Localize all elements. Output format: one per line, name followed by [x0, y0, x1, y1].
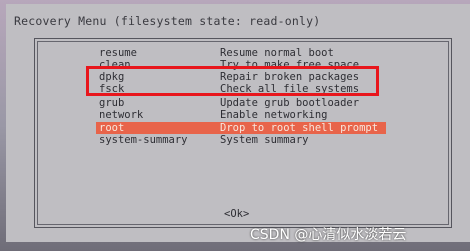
- menu-item-desc: Update grub bootloader: [220, 97, 360, 109]
- menu-item-key: network: [99, 109, 144, 121]
- menu-item-desc: Resume normal boot: [220, 47, 334, 59]
- menu-item-key: system-summary: [99, 134, 188, 146]
- menu-item-desc: Enable networking: [220, 109, 328, 121]
- watermark-text: CSDN @心清似水淡若云: [250, 227, 407, 243]
- menu-item-dpkg[interactable]: dpkg Repair broken packages: [96, 71, 386, 83]
- menu-item-key: root: [99, 122, 125, 134]
- menu-item-network[interactable]: network Enable networking: [96, 109, 386, 121]
- menu-item-key: clean: [99, 59, 131, 71]
- menu-item-resume[interactable]: resume Resume normal boot: [96, 47, 386, 59]
- menu-item-desc: System summary: [220, 134, 309, 146]
- menu-item-desc: Try to make free space: [220, 59, 360, 71]
- menu-item-key: dpkg: [99, 71, 125, 83]
- menu-item-key: resume: [99, 47, 137, 59]
- menu-item-fsck[interactable]: fsck Check all file systems: [96, 83, 386, 95]
- menu-item-desc: Check all file systems: [220, 83, 360, 95]
- terminal-screen: Recovery Menu (filesystem state: read-on…: [6, 4, 470, 242]
- menu-item-clean[interactable]: clean Try to make free space: [96, 59, 386, 71]
- menu-item-key: fsck: [99, 83, 125, 95]
- menu-item-key: grub: [99, 97, 125, 109]
- menu-item-root[interactable]: root Drop to root shell prompt: [96, 122, 386, 134]
- menu-item-desc: Repair broken packages: [220, 71, 360, 83]
- menu-item-system-summary[interactable]: system-summary System summary: [96, 134, 386, 146]
- menu-item-grub[interactable]: grub Update grub bootloader: [96, 97, 386, 109]
- menu-item-desc: Drop to root shell prompt: [220, 122, 379, 134]
- ok-button[interactable]: <Ok>: [224, 208, 249, 220]
- recovery-menu-title: Recovery Menu (filesystem state: read-on…: [14, 14, 321, 28]
